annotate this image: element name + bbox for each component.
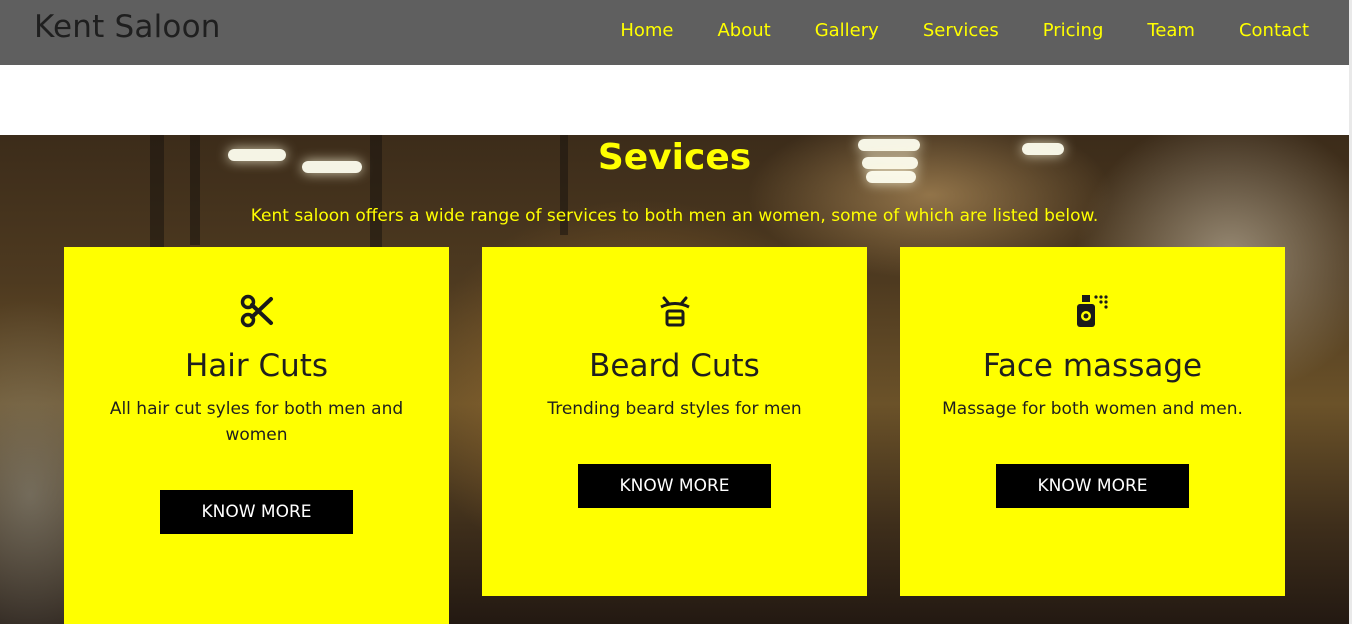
section-subtitle: Kent saloon offers a wide range of servi… — [250, 206, 1099, 226]
nav-pricing[interactable]: Pricing — [1043, 20, 1104, 41]
service-card-beard-cuts: Beard Cuts Trending beard styles for men… — [482, 247, 867, 596]
services-section: Sevices Kent saloon offers a wide range … — [0, 135, 1349, 624]
brand-logo-text[interactable]: Kent Saloon — [34, 9, 221, 45]
service-card-face-massage: Face massage Massage for both women and … — [900, 247, 1285, 596]
know-more-button[interactable]: KNOW MORE — [578, 464, 771, 508]
service-title: Face massage — [982, 348, 1203, 384]
scissors-icon — [64, 291, 449, 331]
service-description: Trending beard styles for men — [547, 399, 802, 419]
top-navbar: Kent Saloon Home About Gallery Services … — [0, 0, 1349, 65]
nav-gallery[interactable]: Gallery — [815, 20, 879, 41]
service-description: Massage for both women and men. — [942, 399, 1243, 419]
nav-about[interactable]: About — [717, 20, 770, 41]
nav-team[interactable]: Team — [1147, 20, 1195, 41]
beard-icon — [482, 291, 867, 331]
service-description: All hair cut syles for both men and wome… — [109, 399, 404, 445]
nav-services[interactable]: Services — [923, 20, 999, 41]
service-title: Hair Cuts — [184, 348, 329, 384]
know-more-button[interactable]: KNOW MORE — [160, 490, 353, 534]
service-title: Beard Cuts — [589, 348, 760, 384]
main-nav: Home About Gallery Services Pricing Team… — [576, 20, 1309, 41]
spray-bottle-icon — [900, 291, 1285, 331]
know-more-button[interactable]: KNOW MORE — [996, 464, 1189, 508]
nav-contact[interactable]: Contact — [1239, 20, 1309, 41]
nav-home[interactable]: Home — [620, 20, 673, 41]
section-title: Sevices — [597, 137, 752, 178]
service-card-hair-cuts: Hair Cuts All hair cut syles for both me… — [64, 247, 449, 624]
